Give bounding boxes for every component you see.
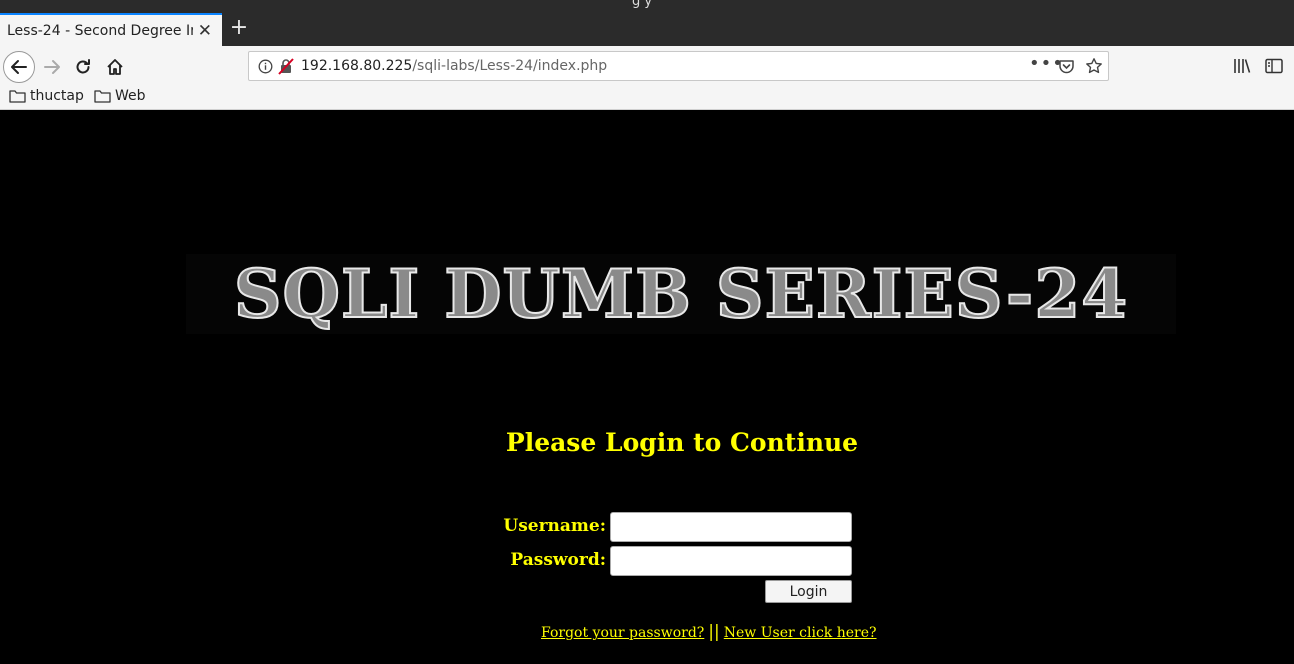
series-banner: SQLI DUMB SERIES-24: [186, 254, 1176, 334]
account-links: Forgot your password? || New User click he…: [541, 622, 877, 642]
forgot-password-link[interactable]: Forgot your password?: [541, 625, 704, 641]
home-icon: [107, 59, 123, 75]
url-text[interactable]: 192.168.80.225/sqli-labs/Less-24/index.p…: [301, 58, 607, 74]
bookmark-label: Web: [115, 88, 146, 104]
window-title: g y: [632, 0, 653, 9]
link-separator: ||: [708, 622, 720, 642]
tab-strip: g y Less-24 - Second Degree Inje ✕ +: [0, 0, 1294, 46]
reload-button[interactable]: [68, 52, 98, 82]
navigation-toolbar: 192.168.80.225/sqli-labs/Less-24/index.p…: [0, 46, 1294, 86]
new-user-link[interactable]: New User click here?: [724, 625, 877, 641]
login-heading: Please Login to Continue: [505, 428, 859, 457]
username-input[interactable]: [610, 512, 852, 542]
bookmark-folder-web[interactable]: Web: [94, 88, 146, 104]
arrow-left-icon: [11, 60, 27, 74]
url-host: 192.168.80.225: [301, 58, 413, 74]
banner-text: SQLI DUMB SERIES-24: [233, 254, 1129, 334]
url-path: /sqli-labs/Less-24/index.php: [412, 58, 608, 74]
username-label: Username:: [503, 516, 606, 536]
page-content: SQLI DUMB SERIES-24 Please Login to Cont…: [0, 110, 1294, 664]
info-icon[interactable]: [258, 59, 273, 74]
active-tab[interactable]: Less-24 - Second Degree Inje ✕: [0, 13, 222, 46]
login-button[interactable]: Login: [765, 580, 852, 603]
back-button[interactable]: [3, 51, 35, 83]
new-tab-icon[interactable]: +: [228, 16, 250, 40]
folder-icon: [94, 90, 111, 103]
bookmark-folder-thuctap[interactable]: thuctap: [9, 88, 84, 104]
insecure-lock-icon[interactable]: [278, 58, 294, 75]
bookmark-label: thuctap: [30, 88, 84, 104]
close-tab-icon[interactable]: ✕: [198, 21, 212, 41]
sidebar-icon[interactable]: [1265, 58, 1283, 74]
address-bar[interactable]: 192.168.80.225/sqli-labs/Less-24/index.p…: [248, 51, 1109, 81]
arrow-right-icon: [44, 60, 60, 74]
password-input[interactable]: [610, 546, 852, 576]
tab-title: Less-24 - Second Degree Inje: [7, 22, 193, 39]
library-icon[interactable]: [1233, 58, 1251, 74]
forward-button[interactable]: [37, 52, 67, 82]
reload-icon: [76, 59, 90, 74]
bookmark-star-icon[interactable]: [1085, 57, 1103, 75]
home-button[interactable]: [100, 52, 130, 82]
pocket-icon[interactable]: [1058, 58, 1075, 75]
folder-icon: [9, 90, 26, 103]
bookmarks-toolbar: thuctap Web: [0, 86, 1294, 110]
password-label: Password:: [510, 550, 606, 570]
